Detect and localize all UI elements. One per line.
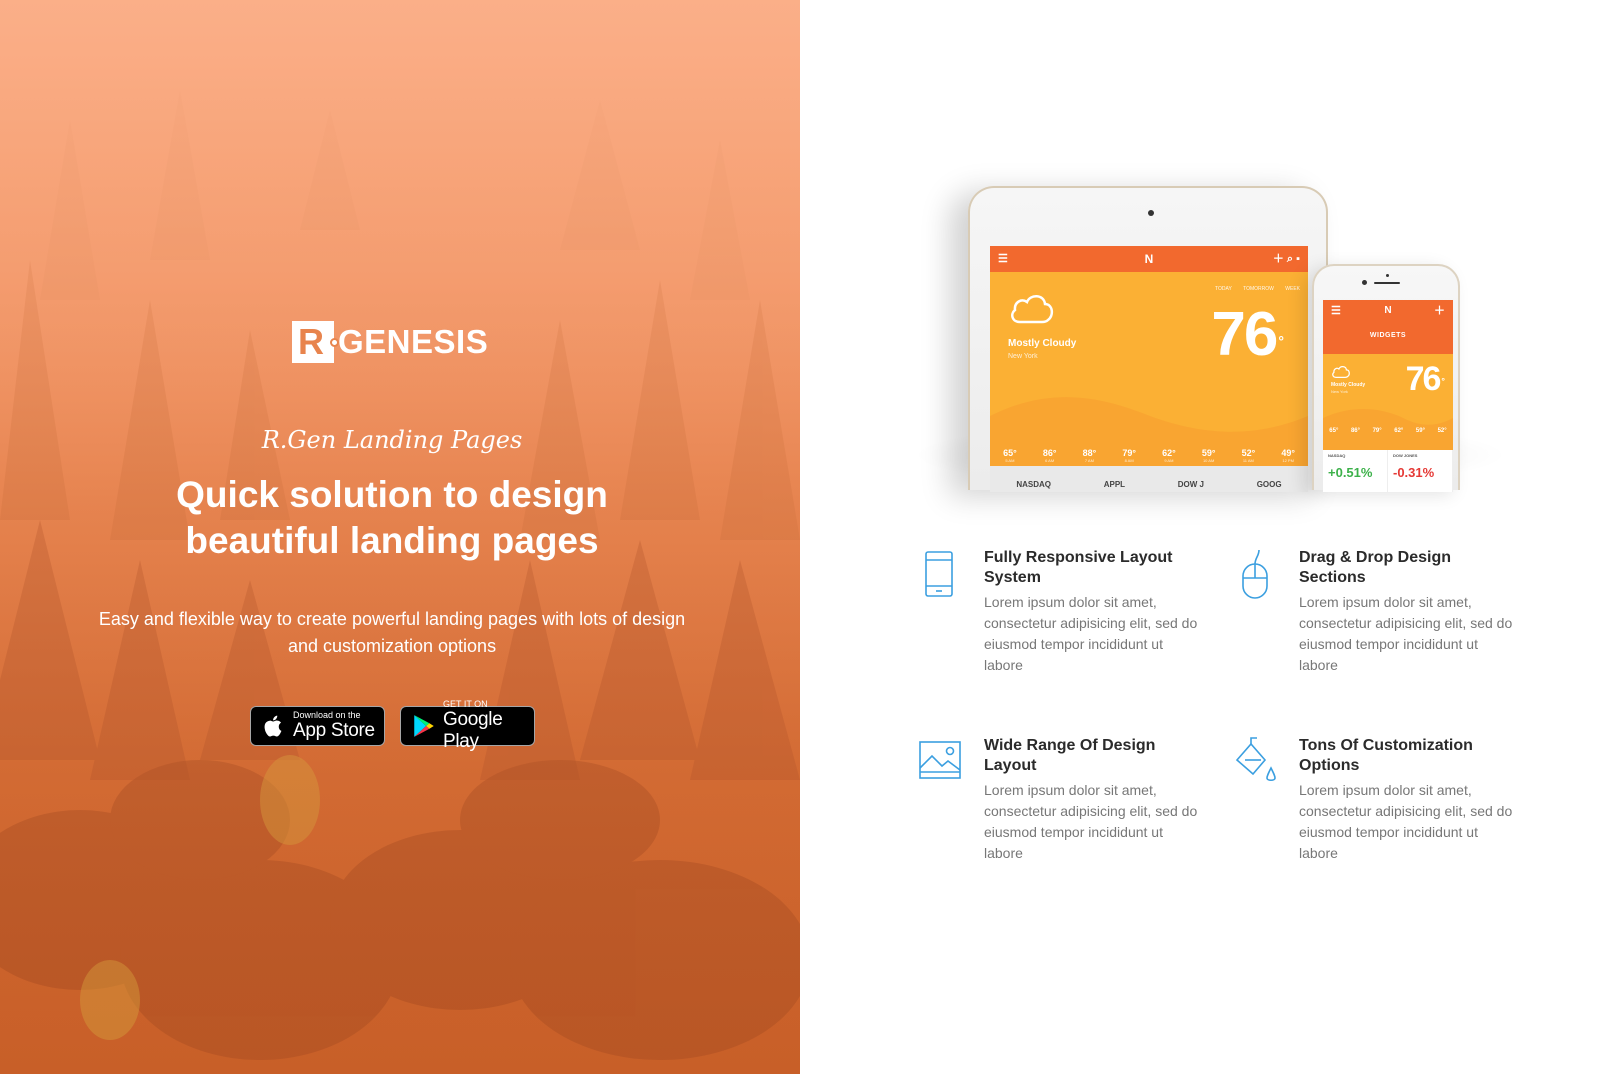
feature-drag-drop: Drag & Drop Design Sections Lorem ipsum … <box>1233 548 1518 688</box>
cloud-icon <box>1011 295 1054 324</box>
script-title: R.Gen Landing Pages <box>261 426 523 454</box>
ticker-item: GOOG <box>1256 480 1282 489</box>
forecast-item: 65° <box>1329 428 1339 434</box>
phone-forecast: 65° 86° 79° 62° 59° 52° <box>1323 426 1453 436</box>
forecast-item: 49° 12 PM <box>1281 448 1295 463</box>
feature-title: Drag & Drop Design Sections <box>1299 549 1452 586</box>
phone-speaker <box>1374 282 1400 284</box>
logo-mark-letter: R <box>298 321 324 362</box>
ticker-item: DOW J <box>1177 480 1204 489</box>
device-mockup: ☰ N ＋ ⌕ ▪ TODAY TOMORROW WEEK Mostly Clo… <box>910 170 1510 492</box>
forecast-item: 62° <box>1394 428 1404 434</box>
hero-section: R GENESIS R.Gen Landing Pages Quick solu… <box>0 0 800 1074</box>
forecast-item: 86° <box>1350 428 1361 434</box>
hero-subtitle: Easy and flexible way to create powerful… <box>98 609 686 656</box>
phone-stocks: NASDAQ +0.51% DOW JONES -0.31% <box>1323 450 1453 492</box>
phone-temperature: 76 ° <box>1405 360 1445 398</box>
phone-city: New York <box>1331 389 1348 394</box>
cloud-icon <box>1332 365 1350 378</box>
tablet-app-bar: ☰ N ＋ ⌕ ▪ <box>990 246 1308 272</box>
tablet-camera <box>1148 210 1154 216</box>
phone-condition: Mostly Cloudy <box>1331 382 1366 388</box>
feature-title: Tons Of Customization Options <box>1299 737 1473 774</box>
phone-temperature-value: 76 <box>1405 360 1442 398</box>
forecast-item: 62° 9 AM <box>1162 448 1176 463</box>
feature-responsive: Fully Responsive Layout System Lorem ips… <box>918 548 1203 688</box>
feature-customization: Tons Of Customization Options Lorem ipsu… <box>1233 736 1518 876</box>
stock-name: NASDAQ <box>1328 453 1346 458</box>
headline-line-1: Quick solution to design <box>176 474 608 515</box>
stock-name: DOW JONES <box>1393 453 1418 458</box>
phone-app-bar: ☰ N ＋ <box>1323 300 1453 322</box>
forecast-item: 52° 11 AM <box>1241 448 1256 463</box>
phone-screen: ☰ N ＋ WIDGETS Mostly Cloudy New York 76 °… <box>1323 300 1453 492</box>
tablet-tab: TOMORROW <box>1243 286 1274 292</box>
logo-mark: R <box>292 321 339 363</box>
tablet-condition: Mostly Cloudy <box>1008 338 1077 349</box>
phone-wave <box>1323 408 1453 450</box>
genesis-logo[interactable]: R GENESIS <box>292 320 502 364</box>
ticker-item: NASDAQ <box>1016 480 1052 489</box>
menu-icon: ☰ <box>1331 305 1341 317</box>
paint-bucket-icon <box>1235 737 1276 782</box>
forecast-item: 65° 5 AM <box>1003 448 1017 463</box>
tablet-temperature-value: 76 <box>1211 300 1278 369</box>
stock-card: DOW JONES -0.31% <box>1388 450 1453 492</box>
stock-change: +0.51% <box>1328 465 1373 480</box>
stock-card: NASDAQ +0.51% <box>1323 450 1388 492</box>
feature-text: Lorem ipsum dolor sit amet, consectetur … <box>1299 782 1513 861</box>
apple-icon <box>264 715 282 737</box>
logo-dot <box>330 338 339 347</box>
phone-device: ☰ N ＋ WIDGETS Mostly Cloudy New York 76 °… <box>1312 264 1460 492</box>
phone-camera <box>1362 280 1367 285</box>
tablet-forecast: 65° 5 AM 86° 6 AM 88° 7 AM 79° 8 AM 62° 9 AM … <box>990 448 1308 464</box>
tablet-temperature: 76 ° <box>1211 304 1283 366</box>
phone-degree: ° <box>1441 376 1444 386</box>
app-store-big-text: App Store <box>293 720 375 741</box>
phone-app-brand: N <box>1384 305 1392 316</box>
tablet-screen: ☰ N ＋ ⌕ ▪ TODAY TOMORROW WEEK Mostly Clo… <box>990 246 1308 492</box>
stock-change: -0.31% <box>1393 465 1435 480</box>
headline-line-2: beautiful landing pages <box>185 520 599 561</box>
google-play-button[interactable]: GET IT ON Google Play <box>400 699 535 752</box>
feature-text: Lorem ipsum dolor sit amet, consectetur … <box>984 782 1198 861</box>
tablet-degree: ° <box>1278 333 1283 349</box>
forecast-item: 79° <box>1372 428 1382 434</box>
hero-content: R GENESIS R.Gen Landing Pages Quick solu… <box>0 0 800 1074</box>
tablet-city: New York <box>1008 353 1038 360</box>
logo-text: GENESIS <box>338 323 489 360</box>
forecast-item: 79° 8 AM <box>1122 448 1136 463</box>
feature-title: Fully Responsive Layout System <box>984 549 1173 586</box>
app-store-small-text: Download on the <box>293 710 361 720</box>
google-play-big-text: Google Play <box>443 709 503 752</box>
feature-text: Lorem ipsum dolor sit amet, consectetur … <box>1299 594 1513 673</box>
tablet-device: ☰ N ＋ ⌕ ▪ TODAY TOMORROW WEEK Mostly Clo… <box>968 186 1328 492</box>
tablet-tab: TODAY <box>1215 286 1232 292</box>
feature-design-layout: Wide Range Of Design Layout Lorem ipsum … <box>918 736 1203 876</box>
menu-icon: ☰ <box>998 253 1008 265</box>
tablet-app-brand: N <box>1144 252 1154 266</box>
feature-text: Lorem ipsum dolor sit amet, consectetur … <box>984 594 1198 673</box>
plus-icon: ＋ <box>1434 305 1445 317</box>
forecast-item: 86° 6 AM <box>1042 448 1057 463</box>
tablet-ticker: NASDAQ APPL DOW J GOOG <box>990 466 1308 492</box>
tablet-tab: WEEK <box>1285 286 1300 292</box>
phone-sensor <box>1386 274 1389 277</box>
app-store-button[interactable]: Download on the App Store <box>250 706 385 746</box>
mobile-phone-icon <box>925 551 953 597</box>
google-play-small-text: GET IT ON <box>443 699 488 709</box>
feature-title: Wide Range Of Design Layout <box>984 737 1156 774</box>
google-play-icon <box>414 715 434 737</box>
forecast-item: 59° 10 AM <box>1201 448 1216 463</box>
forecast-item: 52° <box>1437 428 1447 434</box>
ticker-item: APPL <box>1103 480 1126 489</box>
tablet-bar-icons: ＋ ⌕ ▪ <box>1272 253 1300 265</box>
image-icon <box>919 741 961 779</box>
forecast-item: 88° 7 AM <box>1082 448 1097 463</box>
phone-section-title: WIDGETS <box>1323 322 1453 354</box>
hero-headline: Quick solution to design beautiful landi… <box>0 472 784 564</box>
mouse-icon <box>1242 549 1268 599</box>
tablet-tabs: TODAY TOMORROW WEEK <box>1205 286 1300 292</box>
forecast-item: 59° <box>1415 428 1425 434</box>
